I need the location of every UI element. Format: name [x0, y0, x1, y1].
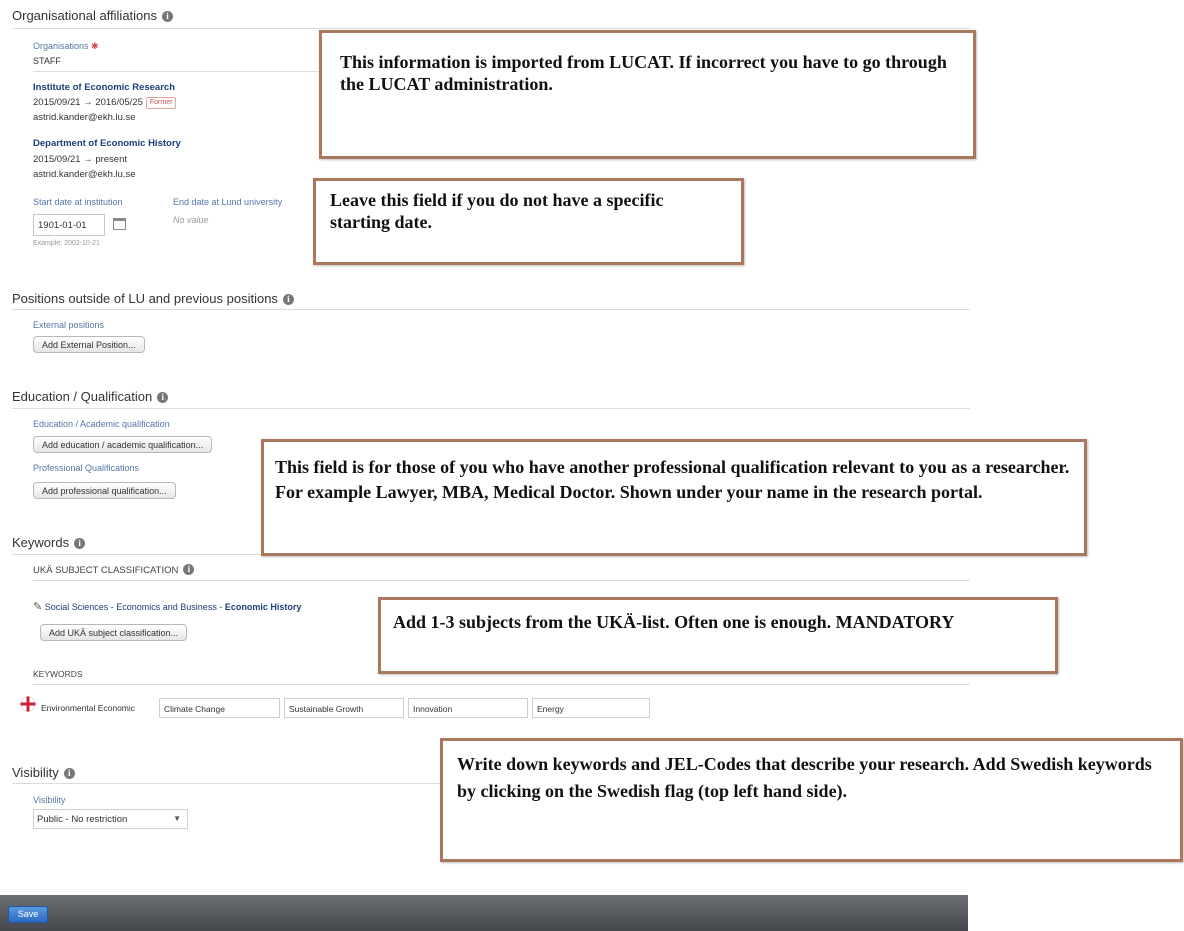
visibility-value: Public - No restriction — [37, 814, 128, 825]
uka-heading: UKÄ SUBJECT CLASSIFICATION i — [33, 564, 195, 576]
section-title-text: Keywords — [12, 535, 70, 550]
divider — [33, 71, 323, 72]
professional-qualifications-label: Professional Qualifications — [33, 463, 140, 473]
info-icon[interactable]: i — [63, 768, 75, 779]
chevron-down-icon: ▼ — [173, 814, 181, 823]
info-icon[interactable]: i — [162, 11, 174, 22]
section-title-text: Positions outside of LU and previous pos… — [12, 291, 278, 306]
start-date-example: Example: 2002-10-21 — [33, 240, 100, 247]
uka-subject-leaf: Economic History — [224, 602, 302, 612]
former-badge: Former — [145, 97, 177, 109]
uka-subject[interactable]: ✎ Social Sciences - Economics and Busine… — [33, 600, 301, 613]
info-icon[interactable]: i — [157, 392, 169, 403]
visibility-label: Visibility — [33, 795, 66, 805]
section-title-positions: Positions outside of LU and previous pos… — [12, 291, 294, 306]
footer-bar — [0, 895, 968, 931]
info-icon[interactable]: i — [74, 538, 86, 549]
required-icon: ✱ — [88, 41, 99, 51]
start-date-value: 1901-01-01 — [38, 220, 87, 231]
affiliation-dates: 2015/09/21 → 2016/05/25 Former — [33, 97, 177, 109]
save-button[interactable]: Save — [8, 906, 48, 923]
callout-uka-subjects: Add 1-3 subjects from the UKÄ-list. Ofte… — [378, 597, 1058, 674]
keywords-heading: KEYWORDS — [33, 669, 83, 679]
info-icon[interactable]: i — [282, 294, 294, 305]
callout-start-date: Leave this field if you do not have a sp… — [313, 178, 744, 265]
keyword-input[interactable]: Energy — [532, 698, 650, 718]
section-title-text: Education / Qualification — [12, 389, 153, 404]
affiliation-dates: 2015/09/21 → present — [33, 154, 128, 165]
affiliation-name[interactable]: Department of Economic History — [33, 138, 181, 149]
add-academic-qualification-button[interactable]: Add education / academic qualification..… — [33, 436, 213, 453]
end-date-label: End date at Lund university — [173, 197, 283, 207]
section-title-visibility: Visibility i — [12, 765, 75, 780]
organisations-label-text: Organisations — [33, 41, 89, 51]
affiliation-dates-text: 2015/09/21 → 2016/05/25 — [33, 97, 143, 108]
info-icon[interactable]: i — [183, 564, 195, 575]
callout-professional-qualification: This field is for those of you who have … — [261, 439, 1087, 556]
callout-keywords: Write down keywords and JEL-Codes that d… — [440, 738, 1183, 862]
divider — [33, 684, 970, 685]
affiliation-name[interactable]: Institute of Economic Research — [33, 82, 175, 93]
keyword-input[interactable]: Sustainable Growth — [284, 698, 404, 718]
start-date-input[interactable]: 1901-01-01 — [33, 214, 105, 236]
callout-lucat: This information is imported from LUCAT.… — [319, 30, 976, 159]
external-positions-label: External positions — [33, 320, 105, 330]
affiliation-email: astrid.kander@ekh.lu.se — [33, 169, 136, 180]
add-external-position-button[interactable]: Add External Position... — [33, 336, 145, 353]
section-title-text: Visibility — [12, 765, 59, 780]
uka-subject-path: Social Sciences - Economics and Business… — [44, 602, 225, 612]
section-title-organisational-affiliations: Organisational affiliations i — [12, 8, 174, 23]
start-date-label: Start date at institution — [33, 197, 123, 207]
divider — [12, 408, 970, 409]
section-title-text: Organisational affiliations — [12, 8, 158, 23]
divider — [12, 28, 970, 29]
visibility-select[interactable]: Public - No restriction ▼ — [33, 809, 188, 829]
staff-label: STAFF — [33, 56, 61, 66]
keyword-input[interactable]: Innovation — [408, 698, 528, 718]
academic-qualification-label: Education / Academic qualification — [33, 419, 170, 429]
divider — [33, 580, 970, 581]
calendar-icon[interactable] — [113, 218, 126, 230]
add-uka-classification-button[interactable]: Add UKÄ subject classification... — [40, 624, 188, 641]
section-title-keywords: Keywords i — [12, 535, 86, 550]
tag-icon: ✎ — [33, 601, 43, 613]
divider — [12, 309, 970, 310]
add-professional-qualification-button[interactable]: Add professional qualification... — [33, 482, 176, 499]
uka-heading-text: UKÄ SUBJECT CLASSIFICATION — [33, 565, 179, 576]
english-flag-icon[interactable] — [20, 696, 36, 712]
keyword-input[interactable]: Climate Change — [159, 698, 280, 718]
affiliation-email: astrid.kander@ekh.lu.se — [33, 112, 136, 123]
end-date-value: No value — [173, 215, 209, 225]
keyword-input[interactable]: Environmental Economic — [37, 698, 157, 718]
organisations-label: Organisations ✱ — [33, 41, 99, 52]
section-title-education: Education / Qualification i — [12, 389, 169, 404]
